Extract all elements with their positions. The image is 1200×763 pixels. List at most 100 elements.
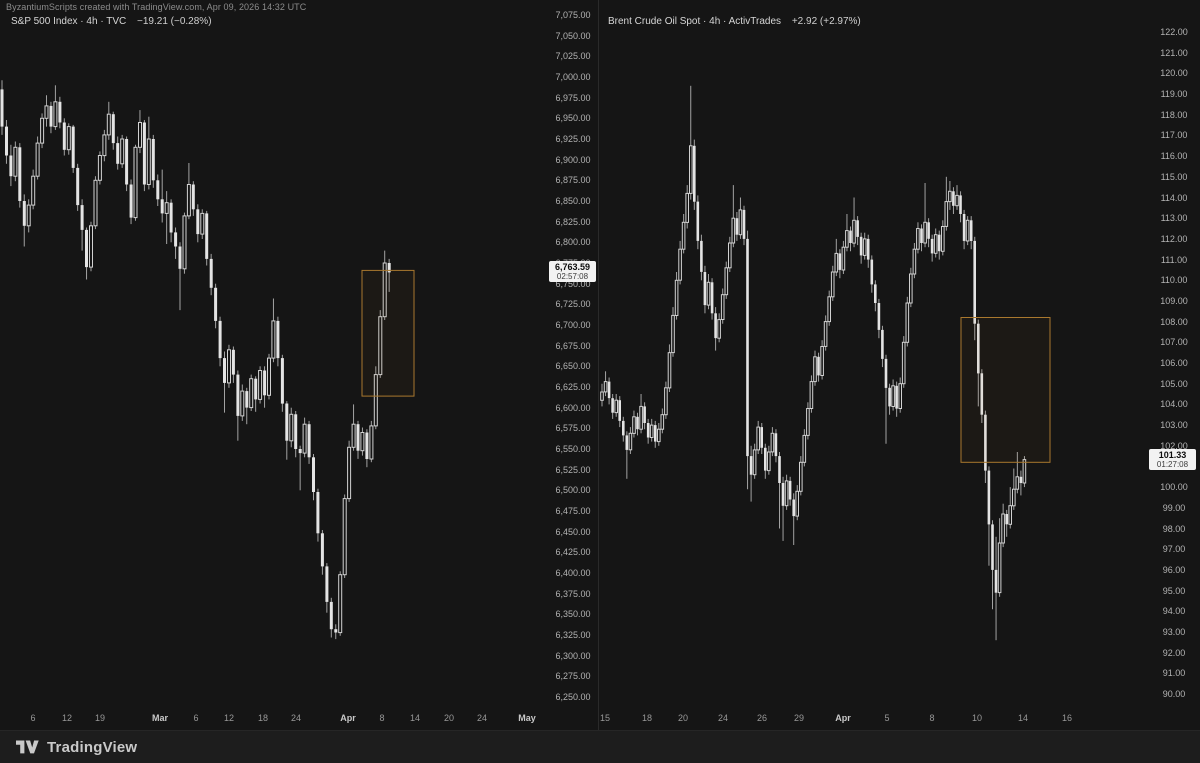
brent-plot-area[interactable] (600, 0, 1148, 708)
candle-body (267, 357, 271, 396)
candle-body (249, 378, 254, 409)
candle-body (254, 378, 258, 400)
price-tick: 6,600.00 (555, 402, 591, 413)
drawing-rectangle[interactable] (960, 317, 1051, 463)
price-tick: 121.00 (1160, 47, 1188, 58)
candle-body (756, 426, 760, 451)
candle-body (13, 146, 18, 177)
time-tick: 26 (756, 713, 768, 723)
candle-body (738, 209, 743, 236)
candle-body (856, 220, 859, 237)
candle-body (142, 122, 146, 185)
candle-body (329, 601, 333, 630)
candle-body (298, 449, 302, 454)
time-tick: 8 (929, 713, 935, 723)
candle-body (778, 456, 781, 483)
sp500-last-price: 6,763.59 (554, 262, 591, 272)
candle-body (1008, 505, 1012, 525)
candle-body (639, 405, 643, 430)
price-tick: 6,650.00 (555, 361, 591, 372)
time-tick: 15 (599, 713, 611, 723)
brent-price-axis[interactable]: 122.00 121.00 120.00 119.00 118.00 117.00 116.… (1148, 0, 1200, 708)
candle-body (320, 533, 324, 567)
price-tick: 109.00 (1160, 295, 1188, 306)
candle-body (784, 480, 789, 507)
candle-body (643, 406, 646, 423)
candle-body (898, 383, 902, 410)
price-tick: 114.00 (1160, 192, 1188, 203)
price-tick: 116.00 (1160, 151, 1188, 162)
candle-body (649, 424, 654, 439)
candle-body (218, 320, 222, 359)
candle-body (664, 387, 668, 416)
candle-body (994, 569, 998, 593)
brent-change-value: +2.92 (+2.97%) (791, 16, 861, 27)
candle-body (799, 461, 803, 492)
candle-body (93, 179, 98, 227)
candle-body (5, 126, 8, 156)
price-tick: 6,900.00 (555, 154, 591, 165)
price-tick: 7,050.00 (555, 30, 591, 41)
candle-body (870, 259, 874, 285)
time-tick: 19 (94, 713, 106, 723)
bottom-bar: TradingView (0, 730, 1200, 763)
time-tick: 8 (379, 713, 385, 723)
candle-body (827, 296, 831, 323)
time-tick: 12 (61, 713, 73, 723)
candle-body (1005, 514, 1008, 525)
drawing-rectangle[interactable] (361, 269, 415, 397)
price-tick: 98.00 (1162, 523, 1186, 534)
price-tick: 6,850.00 (555, 196, 591, 206)
candle-body (622, 420, 625, 436)
time-tick: 16 (1061, 713, 1073, 723)
price-tick: 6,675.00 (555, 340, 591, 351)
time-tick: 10 (971, 713, 983, 723)
sp500-plot-area[interactable] (0, 0, 548, 708)
candle-body (106, 113, 111, 136)
sp500-price-axis[interactable]: 7,075.00 7,050.00 7,025.00 7,000.00 6,975.00… (548, 0, 598, 708)
sp500-legend[interactable]: S&P 500 Index · 4h · TVC −19.21 (−0.28%) (11, 16, 212, 27)
candle-body (841, 246, 846, 271)
candle-body (746, 238, 749, 457)
tradingview-logo-icon[interactable] (16, 740, 39, 754)
price-tick: 6,825.00 (555, 216, 591, 227)
price-tick: 108.00 (1160, 316, 1188, 327)
time-axis[interactable]: 6 12 19 Mar 6 12 18 24 Apr 8 14 20 24 May 15 18 20 24 26 29… (0, 708, 1200, 730)
candle-body (731, 217, 736, 244)
candle-body (693, 145, 696, 202)
price-tick: 6,725.00 (555, 299, 591, 310)
sp500-last-price-label: 6,763.59 02:57:08 (549, 261, 596, 282)
candle-body (334, 629, 338, 633)
candle-body (1001, 513, 1005, 544)
candle-body (948, 190, 952, 203)
candle-body (628, 432, 633, 451)
tradingview-brand-label[interactable]: TradingView (47, 739, 137, 756)
time-tick: May (518, 713, 536, 723)
price-tick: 6,800.00 (555, 237, 591, 248)
candle-body (706, 281, 711, 306)
candle-body (302, 423, 307, 454)
time-tick: 20 (677, 713, 689, 723)
price-tick: 7,000.00 (555, 72, 591, 82)
time-tick: 29 (793, 713, 805, 723)
candle-body (31, 175, 36, 206)
time-tick: 6 (30, 713, 36, 723)
candle-body (742, 209, 746, 239)
candle-body (838, 253, 842, 270)
brent-legend[interactable]: Brent Crude Oil Spot · 4h · ActivTrades … (608, 16, 861, 27)
candle-body (866, 238, 870, 260)
candle-body (884, 358, 888, 388)
candle-body (71, 126, 75, 168)
brent-bar-countdown: 01:27:08 (1156, 460, 1189, 469)
candle-body (138, 122, 142, 148)
time-tick: Apr (835, 713, 851, 723)
price-tick: 6,975.00 (555, 92, 591, 103)
candle-body (877, 303, 881, 330)
price-tick: 105.00 (1160, 378, 1188, 389)
candle-body (767, 451, 771, 472)
candle-body (700, 240, 703, 272)
price-tick: 6,625.00 (555, 382, 591, 392)
candle-body (120, 138, 125, 165)
candle-body (955, 194, 959, 207)
candle-body (905, 302, 910, 343)
